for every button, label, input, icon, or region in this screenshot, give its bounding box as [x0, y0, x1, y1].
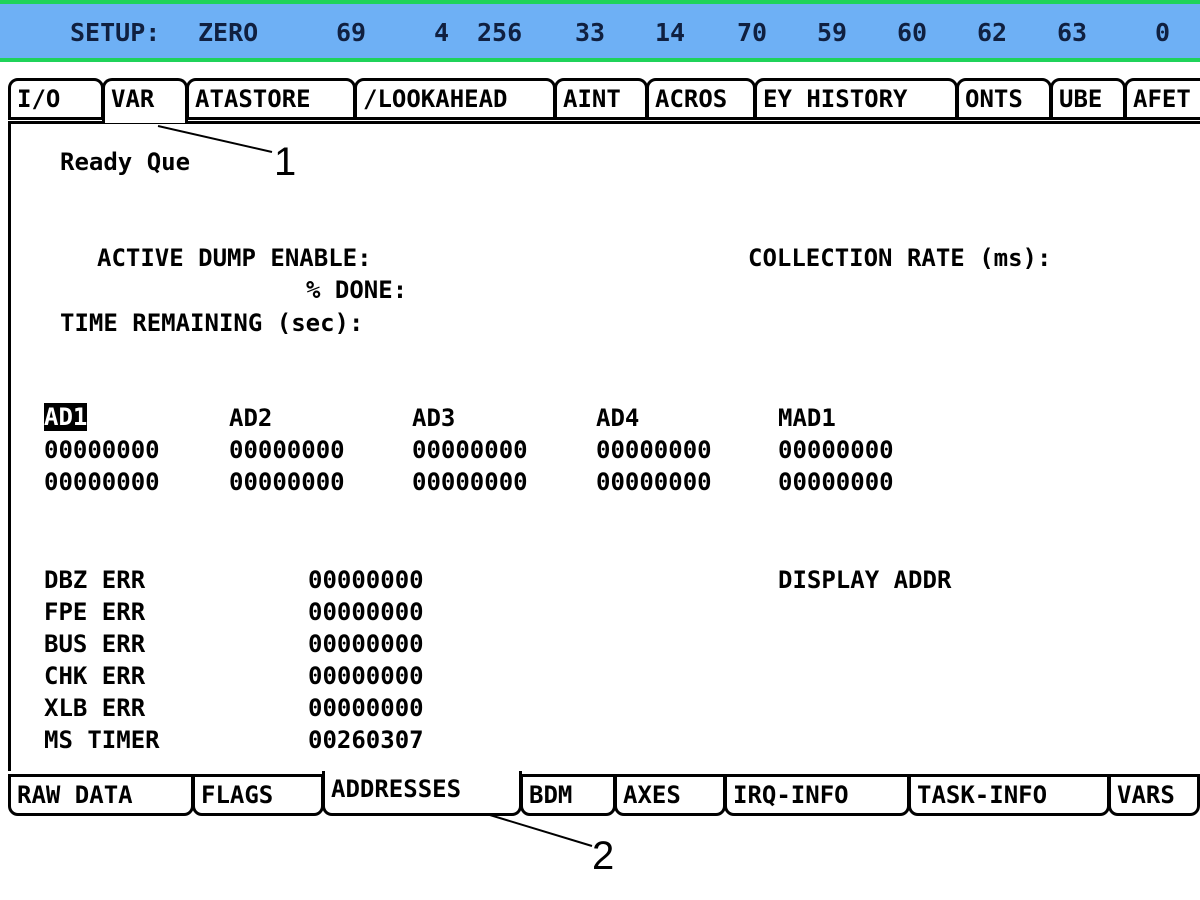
setup-label: SETUP: — [70, 18, 161, 47]
tab-key-history[interactable]: EY HISTORY — [754, 78, 958, 120]
status-value: 62 — [977, 18, 1008, 47]
collection-rate-label: COLLECTION RATE (ms): — [748, 244, 1052, 272]
tab-macros[interactable]: ACROS — [646, 78, 756, 120]
bottom-tab-bar: RAW DATA FLAGS ADDRESSES BDM AXES IRQ-IN… — [0, 771, 1200, 824]
tab-var[interactable]: VAR — [102, 78, 188, 123]
tab-tube[interactable]: UBE — [1050, 78, 1126, 120]
status-value: 69 — [336, 18, 367, 47]
status-value: 14 — [655, 18, 686, 47]
callout-2-number: 2 — [592, 834, 615, 878]
error-label: CHK ERR — [44, 662, 146, 690]
timer-value: 00260307 — [308, 726, 424, 754]
status-value: 33 — [575, 18, 606, 47]
tab-addresses[interactable]: ADDRESSES — [322, 771, 522, 816]
ad-header[interactable]: AD4 — [596, 403, 639, 433]
ad-header-selected[interactable]: AD1 — [44, 403, 88, 431]
display-addr-label: DISPLAY ADDR — [778, 566, 952, 594]
ad-header[interactable]: AD3 — [412, 403, 455, 433]
status-text: Ready Que — [60, 148, 191, 176]
tab-bdm[interactable]: BDM — [520, 774, 616, 816]
error-label: XLB ERR — [44, 694, 146, 722]
active-dump-enable-label: ACTIVE DUMP ENABLE: — [97, 244, 372, 272]
ad-header[interactable]: MAD1 — [778, 403, 836, 433]
ad-header[interactable]: AD2 — [229, 403, 272, 433]
tab-io[interactable]: I/O — [8, 78, 104, 120]
error-label: DBZ ERR — [44, 566, 146, 594]
ad-cell: 00000000 — [44, 468, 160, 496]
tab-axes[interactable]: AXES — [614, 774, 726, 816]
tab-raw-data[interactable]: RAW DATA — [8, 774, 194, 816]
tab-vars[interactable]: VARS — [1108, 774, 1200, 816]
status-value: 63 — [1057, 18, 1088, 47]
time-remaining-label: TIME REMAINING (sec): — [60, 309, 364, 337]
status-value: 256 — [477, 18, 523, 47]
tab-datastore[interactable]: ATASTORE — [186, 78, 356, 120]
error-value: 00000000 — [308, 566, 424, 594]
ad-cell: 00000000 — [596, 436, 712, 464]
top-tab-bar: I/O VAR ATASTORE /LOOKAHEAD AINT ACROS E… — [0, 78, 1200, 124]
ad-cell: 00000000 — [229, 436, 345, 464]
ad-cell: 00000000 — [778, 436, 894, 464]
status-value: 60 — [897, 18, 928, 47]
tab-task-info[interactable]: TASK-INFO — [908, 774, 1110, 816]
ad-cell: 00000000 — [44, 436, 160, 464]
ad-cell: 00000000 — [229, 468, 345, 496]
tab-fonts[interactable]: ONTS — [956, 78, 1052, 120]
error-value: 00000000 — [308, 694, 424, 722]
error-label: BUS ERR — [44, 630, 146, 658]
tab-paint[interactable]: AINT — [554, 78, 648, 120]
ad-cell: 00000000 — [412, 468, 528, 496]
error-label: FPE ERR — [44, 598, 146, 626]
ad-cell: 00000000 — [596, 468, 712, 496]
percent-done-label: % DONE: — [306, 276, 408, 304]
error-value: 00000000 — [308, 630, 424, 658]
tab-lookahead[interactable]: /LOOKAHEAD — [354, 78, 556, 120]
error-value: 00000000 — [308, 662, 424, 690]
status-value: 70 — [737, 18, 768, 47]
ad-cell: 00000000 — [778, 468, 894, 496]
callout-1-number: 1 — [274, 140, 297, 184]
tab-flags[interactable]: FLAGS — [192, 774, 324, 816]
timer-label: MS TIMER — [44, 726, 160, 754]
error-value: 00000000 — [308, 598, 424, 626]
status-bar: SETUP: ZERO 69 4 256 33 14 70 59 60 62 6… — [0, 0, 1200, 62]
setup-mode: ZERO — [198, 18, 259, 47]
tab-irq-info[interactable]: IRQ-INFO — [724, 774, 910, 816]
status-value: 0 — [1155, 18, 1171, 47]
tab-safety[interactable]: AFET — [1124, 78, 1200, 120]
ad-cell: 00000000 — [412, 436, 528, 464]
status-value: 4 — [434, 18, 450, 47]
status-value: 59 — [817, 18, 848, 47]
